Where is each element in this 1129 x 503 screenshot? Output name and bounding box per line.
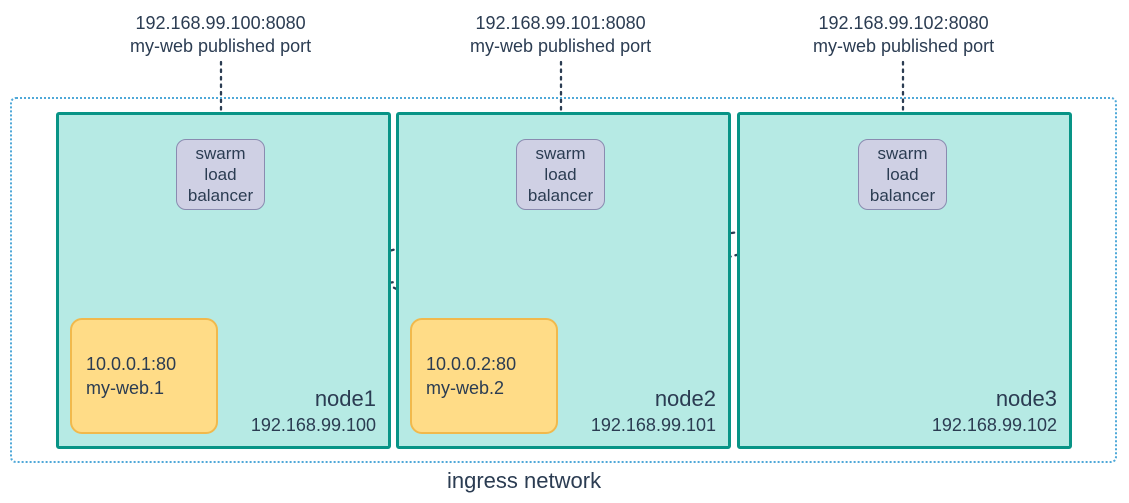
external-endpoint-2: 192.168.99.101:8080 my-web published por… (470, 12, 651, 59)
node-name: node1 (315, 386, 376, 412)
task-addr: 10.0.0.2:80 (426, 352, 556, 376)
node-ip: 192.168.99.101 (591, 415, 716, 436)
external-endpoint-1: 192.168.99.100:8080 my-web published por… (130, 12, 311, 59)
lb-line: balancer (870, 185, 935, 206)
ext-sub: my-web published port (813, 35, 994, 58)
ext-addr: 192.168.99.101:8080 (470, 12, 651, 35)
ext-sub: my-web published port (470, 35, 651, 58)
ext-addr: 192.168.99.102:8080 (813, 12, 994, 35)
lb-line: load (188, 164, 253, 185)
node-ip: 192.168.99.102 (932, 415, 1057, 436)
lb-line: swarm (528, 143, 593, 164)
load-balancer-3: swarm load balancer (858, 139, 947, 210)
load-balancer-2: swarm load balancer (516, 139, 605, 210)
lb-line: load (528, 164, 593, 185)
load-balancer-1: swarm load balancer (176, 139, 265, 210)
ext-sub: my-web published port (130, 35, 311, 58)
task-addr: 10.0.0.1:80 (86, 352, 216, 376)
external-endpoint-3: 192.168.99.102:8080 my-web published por… (813, 12, 994, 59)
ext-addr: 192.168.99.100:8080 (130, 12, 311, 35)
diagram-stage: 192.168.99.100:8080 my-web published por… (0, 0, 1129, 503)
task-box-1: 10.0.0.1:80 my-web.1 (70, 318, 218, 434)
lb-line: balancer (188, 185, 253, 206)
node-name: node3 (996, 386, 1057, 412)
task-name: my-web.2 (426, 376, 556, 400)
lb-line: swarm (870, 143, 935, 164)
lb-line: balancer (528, 185, 593, 206)
node-ip: 192.168.99.100 (251, 415, 376, 436)
node-name: node2 (655, 386, 716, 412)
task-name: my-web.1 (86, 376, 216, 400)
lb-line: load (870, 164, 935, 185)
lb-line: swarm (188, 143, 253, 164)
ingress-caption: ingress network (447, 468, 601, 494)
task-box-2: 10.0.0.2:80 my-web.2 (410, 318, 558, 434)
